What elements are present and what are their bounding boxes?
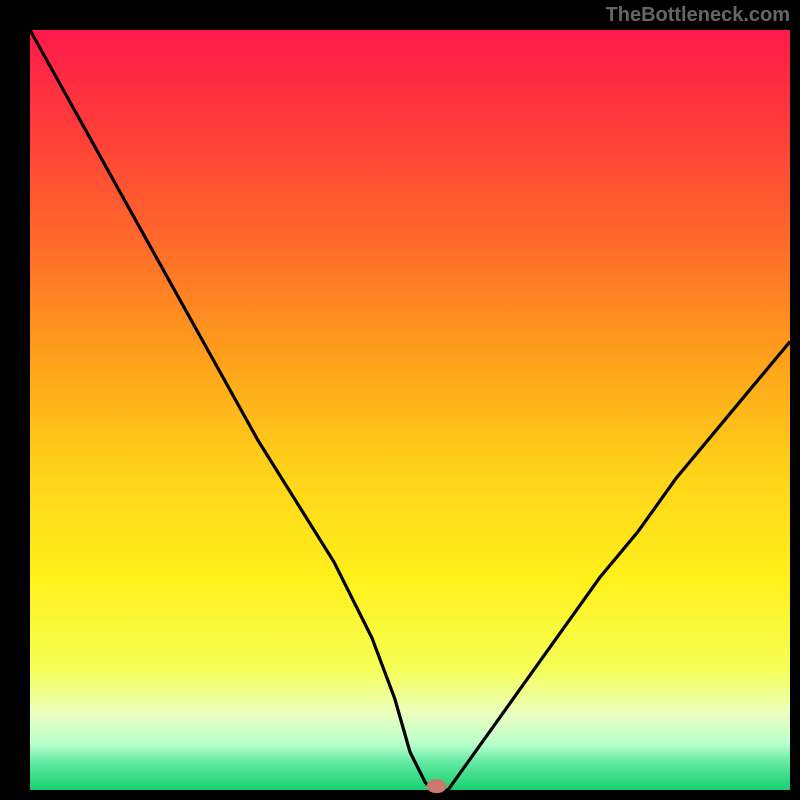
watermark-text: TheBottleneck.com bbox=[606, 4, 790, 27]
chart-svg bbox=[0, 0, 800, 800]
optimal-point-marker bbox=[427, 779, 447, 793]
plot-background bbox=[30, 30, 790, 790]
bottleneck-chart bbox=[0, 0, 800, 800]
